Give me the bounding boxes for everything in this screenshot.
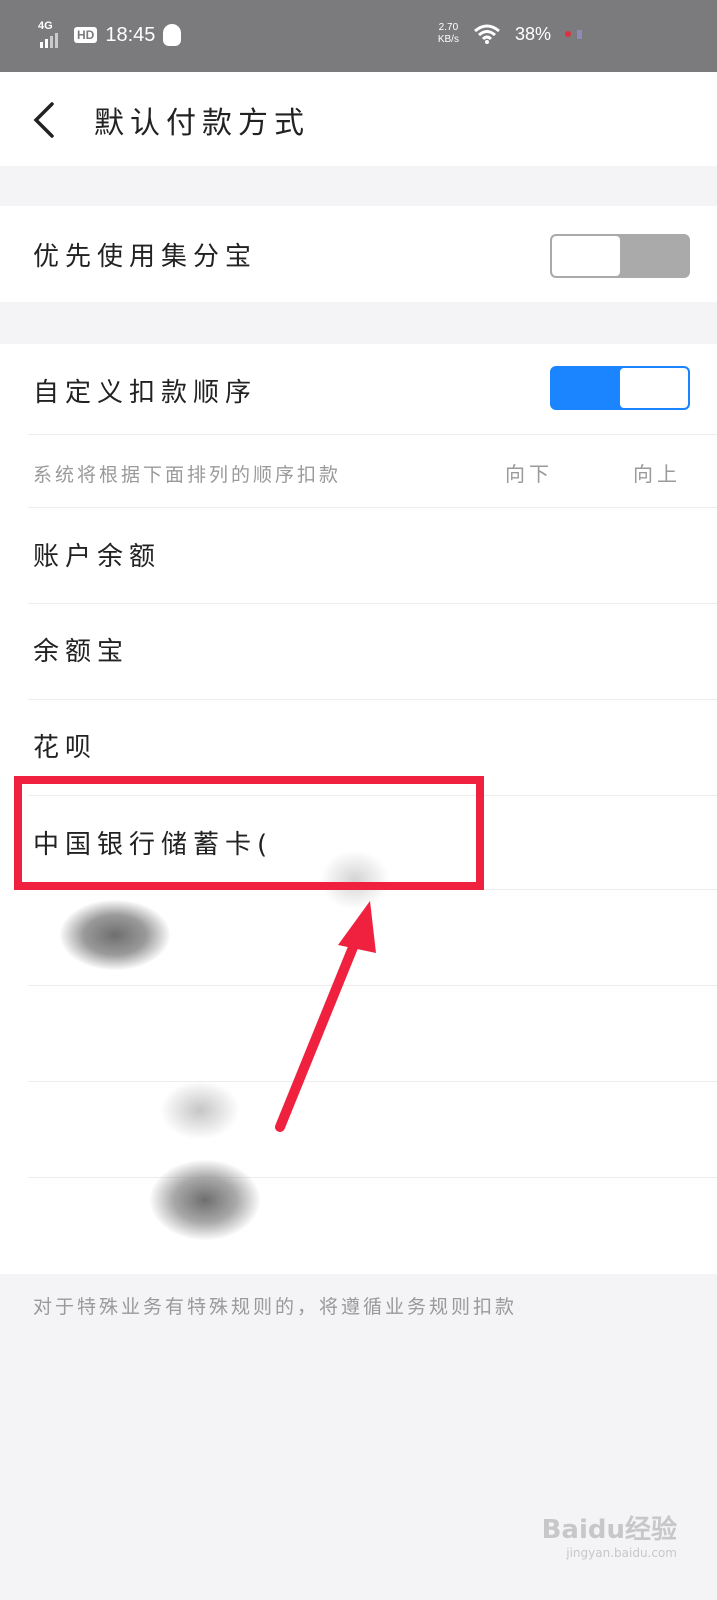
network-type: 4G [38, 20, 53, 32]
hd-badge: HD [74, 27, 98, 43]
move-down-header: 向下 [505, 462, 553, 486]
back-arrow-icon[interactable] [30, 100, 60, 140]
custom-order-label: 自定义扣款顺序 [33, 378, 258, 408]
battery-level: 38% [514, 23, 551, 44]
prefer-jifenbao-row: 优先使用集分宝 [0, 206, 717, 302]
footer-note: 对于特殊业务有特殊规则的，将遵循业务规则扣款 [33, 1296, 518, 1318]
battery-icon [577, 29, 582, 39]
network-speed-value: 2.70 [438, 22, 459, 33]
redaction-scribble [60, 900, 170, 970]
toggle-knob [552, 236, 620, 276]
list-item-balance[interactable]: 账户余额 [33, 536, 161, 573]
wifi-icon [474, 24, 500, 44]
divider [28, 434, 717, 435]
divider [28, 507, 717, 508]
baidu-watermark: Baidu经验 jingyan.baidu.com [542, 1509, 677, 1560]
clock: 18:45 [105, 23, 156, 46]
notification-dot [565, 31, 571, 37]
signal-icon: 4G [38, 20, 66, 48]
move-up-header: 向上 [633, 462, 681, 486]
network-speed-unit: KB/s [437, 34, 459, 45]
qq-icon [163, 24, 182, 46]
divider [28, 699, 717, 700]
status-bar: 4G HD 18:45 2.70 KB/s 38% [0, 0, 717, 72]
status-bar-right: 2.70 KB/s 38% [438, 22, 582, 46]
order-hint: 系统将根据下面排列的顺序扣款 [33, 464, 342, 486]
divider [28, 603, 717, 604]
watermark-sub: jingyan.baidu.com [566, 1546, 677, 1560]
divider [28, 1177, 717, 1178]
list-item-yuebao[interactable]: 余额宝 [33, 631, 129, 668]
prefer-jifenbao-label: 优先使用集分宝 [33, 242, 258, 272]
annotation-arrow-icon [275, 901, 376, 1132]
section-gap [0, 166, 717, 206]
page-title: 默认付款方式 [94, 106, 310, 141]
watermark-text: Baidu经验 [541, 1515, 677, 1545]
highlight-box [14, 776, 484, 890]
status-bar-left: 4G HD 18:45 [38, 20, 182, 48]
redaction-scribble [150, 1160, 260, 1240]
section-gap [0, 302, 717, 344]
app-header: 默认付款方式 [0, 72, 717, 166]
redaction-scribble [160, 1080, 240, 1140]
list-item-huabei[interactable]: 花呗 [33, 727, 97, 764]
prefer-jifenbao-toggle[interactable] [550, 234, 690, 278]
network-speed: 2.70 KB/s [438, 22, 459, 46]
custom-order-toggle[interactable] [550, 366, 690, 410]
toggle-knob [620, 368, 688, 408]
